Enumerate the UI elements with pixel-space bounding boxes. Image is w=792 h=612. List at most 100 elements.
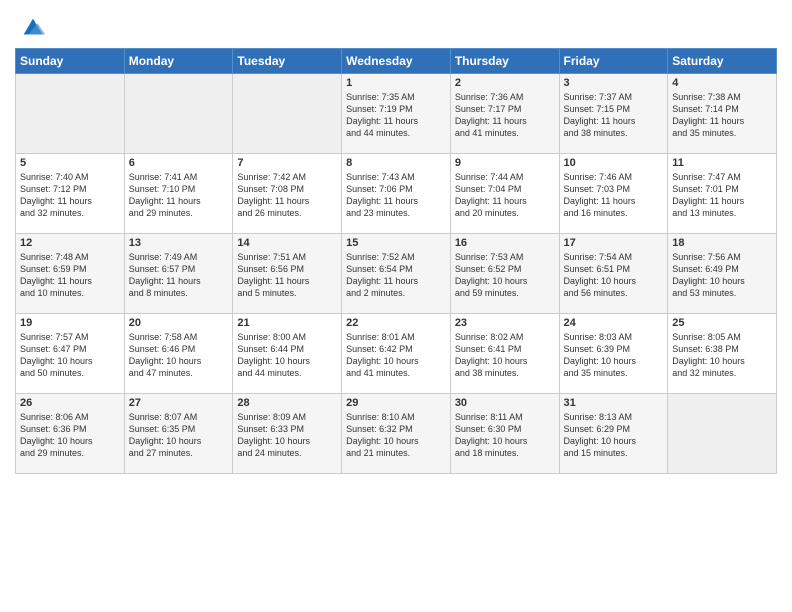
calendar-cell: 1 Sunrise: 7:35 AMSunset: 7:19 PMDaylight…	[342, 74, 451, 154]
day-number: 15	[346, 237, 446, 249]
weekday-header-friday: Friday	[559, 49, 668, 74]
weekday-header-sunday: Sunday	[16, 49, 125, 74]
calendar-cell	[233, 74, 342, 154]
page: SundayMondayTuesdayWednesdayThursdayFrid…	[0, 0, 792, 612]
day-info: Sunrise: 7:52 AMSunset: 6:54 PMDaylight:…	[346, 251, 446, 300]
calendar-cell: 25 Sunrise: 8:05 AMSunset: 6:38 PMDayligh…	[668, 314, 777, 394]
day-info: Sunrise: 7:38 AMSunset: 7:14 PMDaylight:…	[672, 91, 772, 140]
day-info: Sunrise: 7:37 AMSunset: 7:15 PMDaylight:…	[564, 91, 664, 140]
day-number: 25	[672, 317, 772, 329]
day-info: Sunrise: 7:44 AMSunset: 7:04 PMDaylight:…	[455, 171, 555, 220]
weekday-header-tuesday: Tuesday	[233, 49, 342, 74]
day-number: 21	[237, 317, 337, 329]
calendar-cell: 20 Sunrise: 7:58 AMSunset: 6:46 PMDayligh…	[124, 314, 233, 394]
day-number: 1	[346, 77, 446, 89]
calendar-cell: 19 Sunrise: 7:57 AMSunset: 6:47 PMDayligh…	[16, 314, 125, 394]
weekday-header-row: SundayMondayTuesdayWednesdayThursdayFrid…	[16, 49, 777, 74]
day-info: Sunrise: 8:05 AMSunset: 6:38 PMDaylight:…	[672, 331, 772, 380]
day-info: Sunrise: 7:47 AMSunset: 7:01 PMDaylight:…	[672, 171, 772, 220]
calendar-cell: 30 Sunrise: 8:11 AMSunset: 6:30 PMDayligh…	[450, 394, 559, 474]
day-info: Sunrise: 7:56 AMSunset: 6:49 PMDaylight:…	[672, 251, 772, 300]
day-number: 13	[129, 237, 229, 249]
calendar-cell: 24Sunrise: 8:03 AMSunset: 6:39 PMDayligh…	[559, 314, 668, 394]
day-info: Sunrise: 7:35 AMSunset: 7:19 PMDaylight:…	[346, 91, 446, 140]
calendar-cell: 2 Sunrise: 7:36 AMSunset: 7:17 PMDaylight…	[450, 74, 559, 154]
day-number: 3	[564, 77, 664, 89]
calendar-cell: 8Sunrise: 7:43 AMSunset: 7:06 PMDaylight…	[342, 154, 451, 234]
day-info: Sunrise: 8:02 AMSunset: 6:41 PMDaylight:…	[455, 331, 555, 380]
calendar-cell: 18Sunrise: 7:56 AMSunset: 6:49 PMDayligh…	[668, 234, 777, 314]
day-info: Sunrise: 7:54 AMSunset: 6:51 PMDaylight:…	[564, 251, 664, 300]
day-info: Sunrise: 7:46 AMSunset: 7:03 PMDaylight:…	[564, 171, 664, 220]
calendar-cell: 14Sunrise: 7:51 AMSunset: 6:56 PMDayligh…	[233, 234, 342, 314]
calendar-cell: 7 Sunrise: 7:42 AMSunset: 7:08 PMDaylight…	[233, 154, 342, 234]
week-row-1: 5 Sunrise: 7:40 AMSunset: 7:12 PMDaylight…	[16, 154, 777, 234]
logo	[15, 14, 47, 42]
header	[15, 10, 777, 42]
day-info: Sunrise: 7:43 AMSunset: 7:06 PMDaylight:…	[346, 171, 446, 220]
day-number: 17	[564, 237, 664, 249]
calendar-cell: 12 Sunrise: 7:48 AMSunset: 6:59 PMDayligh…	[16, 234, 125, 314]
day-info: Sunrise: 8:01 AMSunset: 6:42 PMDaylight:…	[346, 331, 446, 380]
calendar-cell: 31 Sunrise: 8:13 AMSunset: 6:29 PMDayligh…	[559, 394, 668, 474]
calendar-cell	[16, 74, 125, 154]
calendar-cell: 26 Sunrise: 8:06 AMSunset: 6:36 PMDayligh…	[16, 394, 125, 474]
weekday-header-saturday: Saturday	[668, 49, 777, 74]
day-number: 31	[564, 397, 664, 409]
day-info: Sunrise: 7:42 AMSunset: 7:08 PMDaylight:…	[237, 171, 337, 220]
day-info: Sunrise: 8:09 AMSunset: 6:33 PMDaylight:…	[237, 411, 337, 460]
calendar-cell: 10 Sunrise: 7:46 AMSunset: 7:03 PMDayligh…	[559, 154, 668, 234]
calendar-cell: 23Sunrise: 8:02 AMSunset: 6:41 PMDayligh…	[450, 314, 559, 394]
day-info: Sunrise: 7:58 AMSunset: 6:46 PMDaylight:…	[129, 331, 229, 380]
day-number: 9	[455, 157, 555, 169]
day-info: Sunrise: 7:40 AMSunset: 7:12 PMDaylight:…	[20, 171, 120, 220]
day-info: Sunrise: 7:57 AMSunset: 6:47 PMDaylight:…	[20, 331, 120, 380]
day-number: 16	[455, 237, 555, 249]
day-info: Sunrise: 7:48 AMSunset: 6:59 PMDaylight:…	[20, 251, 120, 300]
calendar-cell	[668, 394, 777, 474]
day-number: 22	[346, 317, 446, 329]
day-info: Sunrise: 8:00 AMSunset: 6:44 PMDaylight:…	[237, 331, 337, 380]
day-info: Sunrise: 7:41 AMSunset: 7:10 PMDaylight:…	[129, 171, 229, 220]
day-number: 10	[564, 157, 664, 169]
calendar-cell: 27 Sunrise: 8:07 AMSunset: 6:35 PMDayligh…	[124, 394, 233, 474]
day-info: Sunrise: 8:11 AMSunset: 6:30 PMDaylight:…	[455, 411, 555, 460]
calendar-cell: 4Sunrise: 7:38 AMSunset: 7:14 PMDaylight…	[668, 74, 777, 154]
calendar-cell: 3 Sunrise: 7:37 AMSunset: 7:15 PMDaylight…	[559, 74, 668, 154]
day-number: 20	[129, 317, 229, 329]
week-row-2: 12 Sunrise: 7:48 AMSunset: 6:59 PMDayligh…	[16, 234, 777, 314]
day-info: Sunrise: 8:07 AMSunset: 6:35 PMDaylight:…	[129, 411, 229, 460]
day-number: 27	[129, 397, 229, 409]
day-number: 12	[20, 237, 120, 249]
day-number: 11	[672, 157, 772, 169]
day-info: Sunrise: 7:53 AMSunset: 6:52 PMDaylight:…	[455, 251, 555, 300]
calendar-cell: 29Sunrise: 8:10 AMSunset: 6:32 PMDayligh…	[342, 394, 451, 474]
day-info: Sunrise: 8:13 AMSunset: 6:29 PMDaylight:…	[564, 411, 664, 460]
calendar-cell: 15 Sunrise: 7:52 AMSunset: 6:54 PMDayligh…	[342, 234, 451, 314]
calendar-cell: 6 Sunrise: 7:41 AMSunset: 7:10 PMDaylight…	[124, 154, 233, 234]
day-number: 2	[455, 77, 555, 89]
day-number: 19	[20, 317, 120, 329]
logo-icon	[19, 14, 47, 42]
week-row-3: 19 Sunrise: 7:57 AMSunset: 6:47 PMDayligh…	[16, 314, 777, 394]
day-number: 6	[129, 157, 229, 169]
day-info: Sunrise: 7:49 AMSunset: 6:57 PMDaylight:…	[129, 251, 229, 300]
day-number: 28	[237, 397, 337, 409]
calendar: SundayMondayTuesdayWednesdayThursdayFrid…	[15, 48, 777, 474]
calendar-cell: 22 Sunrise: 8:01 AMSunset: 6:42 PMDayligh…	[342, 314, 451, 394]
day-number: 5	[20, 157, 120, 169]
day-info: Sunrise: 8:03 AMSunset: 6:39 PMDaylight:…	[564, 331, 664, 380]
weekday-header-thursday: Thursday	[450, 49, 559, 74]
day-number: 7	[237, 157, 337, 169]
day-number: 14	[237, 237, 337, 249]
calendar-cell: 21 Sunrise: 8:00 AMSunset: 6:44 PMDayligh…	[233, 314, 342, 394]
weekday-header-wednesday: Wednesday	[342, 49, 451, 74]
day-number: 29	[346, 397, 446, 409]
week-row-4: 26 Sunrise: 8:06 AMSunset: 6:36 PMDayligh…	[16, 394, 777, 474]
day-number: 30	[455, 397, 555, 409]
weekday-header-monday: Monday	[124, 49, 233, 74]
day-info: Sunrise: 8:06 AMSunset: 6:36 PMDaylight:…	[20, 411, 120, 460]
day-info: Sunrise: 7:36 AMSunset: 7:17 PMDaylight:…	[455, 91, 555, 140]
day-number: 26	[20, 397, 120, 409]
week-row-0: 1 Sunrise: 7:35 AMSunset: 7:19 PMDaylight…	[16, 74, 777, 154]
